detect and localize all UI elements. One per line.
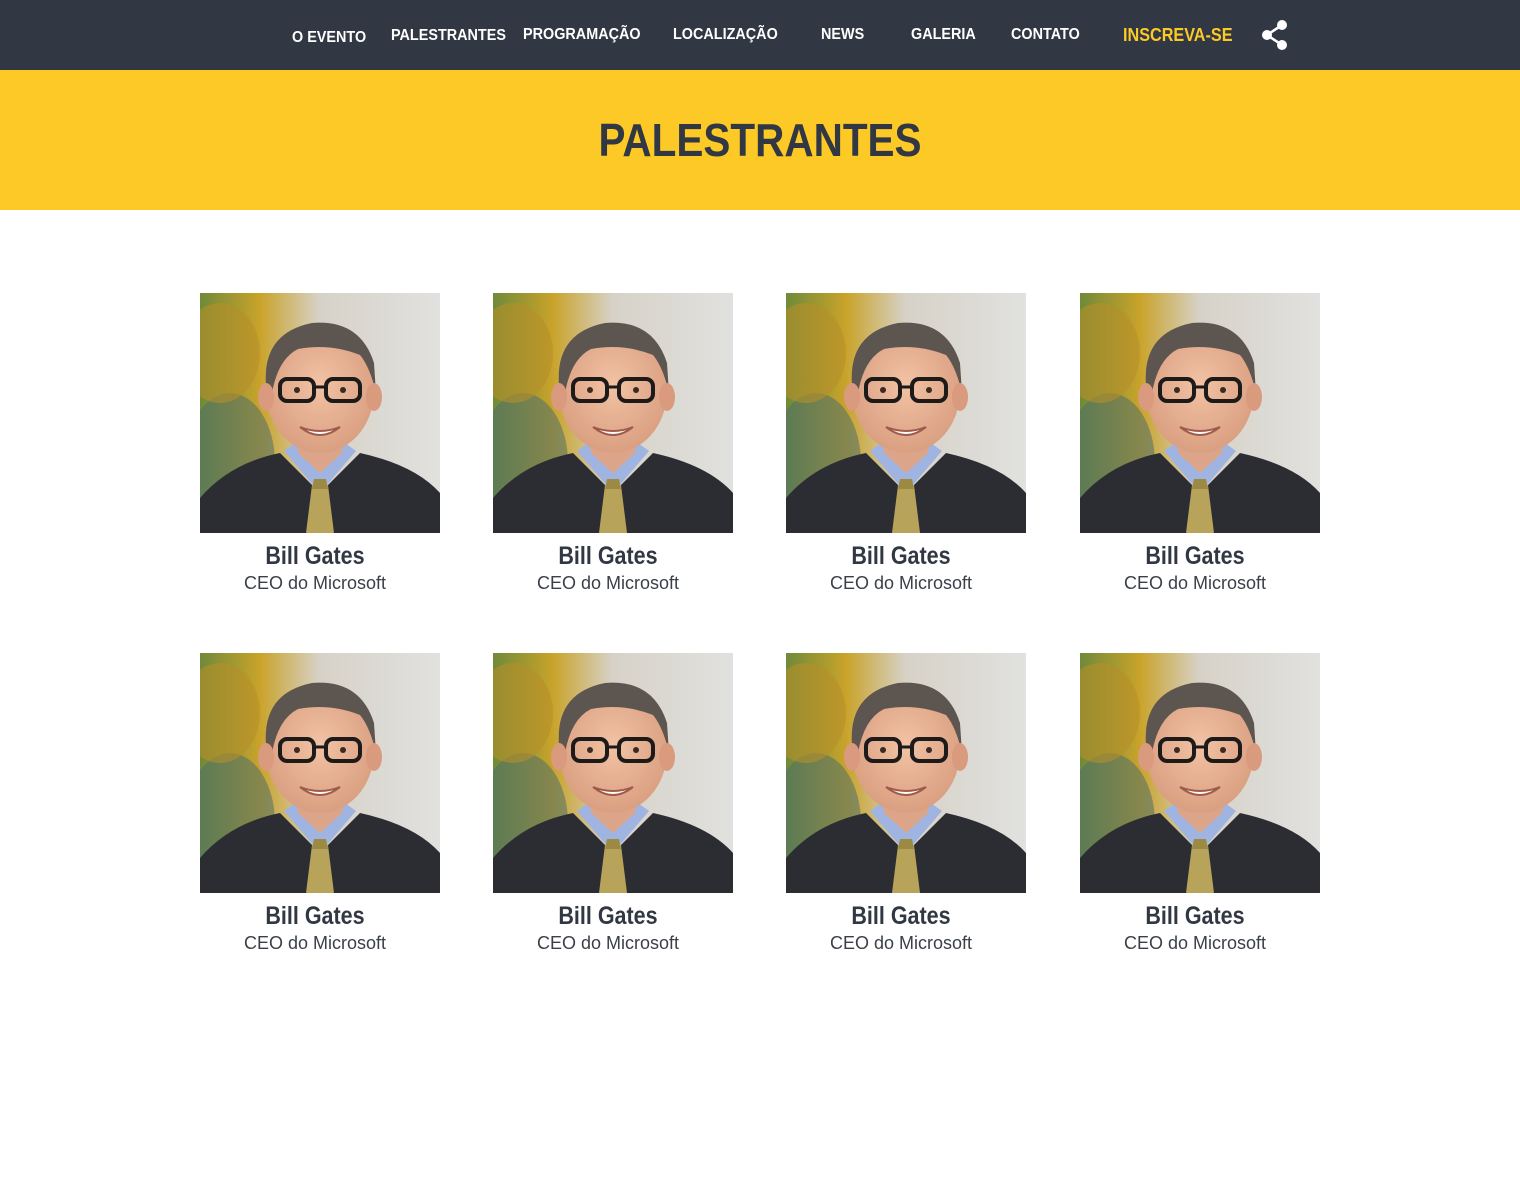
speaker-portrait-image (1080, 653, 1320, 893)
speaker-role: CEO do Microsoft (1123, 573, 1267, 593)
speaker-name: Bill Gates (1145, 542, 1245, 570)
speaker-name: Bill Gates (851, 902, 951, 930)
speaker-card[interactable]: Bill Gates CEO do Microsoft (1080, 653, 1320, 963)
speaker-portrait-image (493, 293, 733, 533)
speaker-name: Bill Gates (558, 902, 658, 930)
nav-item-palestrantes[interactable]: PALESTRANTES (391, 22, 506, 50)
speaker-role: CEO do Microsoft (243, 933, 387, 953)
speaker-name: Bill Gates (265, 902, 365, 930)
nav-item-o-evento[interactable]: O EVENTO (292, 24, 366, 52)
top-navigation: O EVENTO PALESTRANTES PROGRAMAÇÃO LOCALI… (0, 0, 1520, 70)
nav-item-news[interactable]: NEWS (821, 21, 864, 49)
speaker-card[interactable]: Bill Gates CEO do Microsoft (786, 293, 1026, 603)
speaker-portrait-image (1080, 293, 1320, 533)
speaker-card[interactable]: Bill Gates CEO do Microsoft (200, 653, 440, 963)
speaker-name: Bill Gates (851, 542, 951, 570)
speaker-photo (786, 653, 1026, 893)
speaker-role: CEO do Microsoft (536, 573, 680, 593)
nav-item-inscreva-se[interactable]: INSCREVA-SE (1123, 21, 1233, 49)
speaker-name: Bill Gates (558, 542, 658, 570)
speaker-name: Bill Gates (265, 542, 365, 570)
speaker-card[interactable]: Bill Gates CEO do Microsoft (493, 293, 733, 603)
nav-item-contato[interactable]: CONTATO (1011, 21, 1080, 49)
nav-item-galeria[interactable]: GALERIA (911, 21, 976, 49)
speaker-photo (200, 653, 440, 893)
speaker-role: CEO do Microsoft (829, 933, 973, 953)
speaker-card[interactable]: Bill Gates CEO do Microsoft (493, 653, 733, 963)
speaker-portrait-image (493, 653, 733, 893)
speaker-portrait-image (786, 293, 1026, 533)
speaker-photo (200, 293, 440, 533)
speaker-card[interactable]: Bill Gates CEO do Microsoft (1080, 293, 1320, 603)
speaker-role: CEO do Microsoft (1123, 933, 1267, 953)
page-title: PALESTRANTES (598, 114, 922, 166)
speaker-card[interactable]: Bill Gates CEO do Microsoft (786, 653, 1026, 963)
speaker-photo (1080, 653, 1320, 893)
speaker-role: CEO do Microsoft (829, 573, 973, 593)
speaker-portrait-image (200, 653, 440, 893)
speaker-portrait-image (200, 293, 440, 533)
speaker-role: CEO do Microsoft (536, 933, 680, 953)
speaker-photo (493, 293, 733, 533)
nav-item-localizacao[interactable]: LOCALIZAÇÃO (673, 21, 778, 49)
speaker-card[interactable]: Bill Gates CEO do Microsoft (200, 293, 440, 603)
share-icon[interactable] (1260, 19, 1290, 51)
speaker-photo (493, 653, 733, 893)
nav-item-programacao[interactable]: PROGRAMAÇÃO (523, 21, 641, 49)
speaker-portrait-image (786, 653, 1026, 893)
speaker-role: CEO do Microsoft (243, 573, 387, 593)
speaker-name: Bill Gates (1145, 902, 1245, 930)
speaker-photo (786, 293, 1026, 533)
speaker-photo (1080, 293, 1320, 533)
page-header-band: PALESTRANTES (0, 70, 1520, 210)
